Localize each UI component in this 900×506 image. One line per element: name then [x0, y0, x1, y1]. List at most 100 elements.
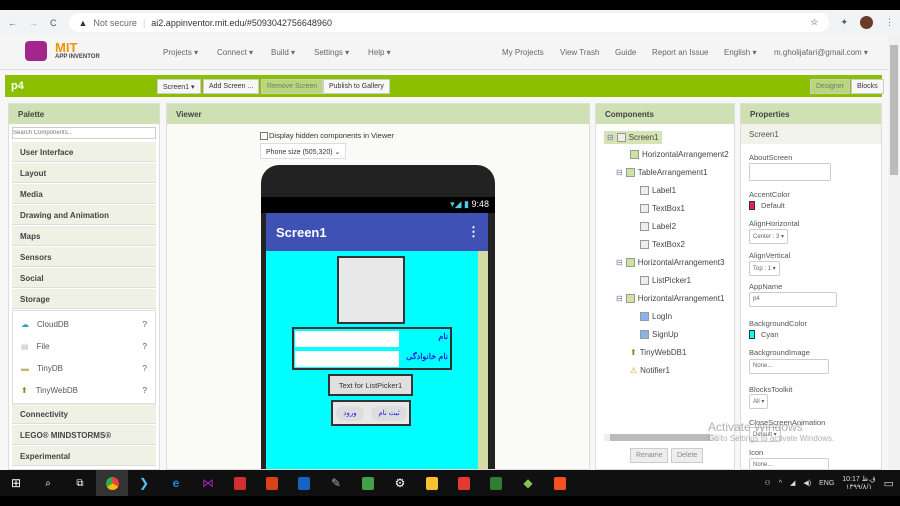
category-layout[interactable]: Layout	[12, 163, 156, 183]
link-my-projects[interactable]: My Projects	[502, 48, 544, 57]
task-view-icon[interactable]: ⧉	[64, 470, 96, 496]
network-icon[interactable]: ◢	[790, 479, 795, 487]
tree-listpicker1[interactable]: ListPicker1	[640, 276, 691, 285]
tree-label2[interactable]: Label2	[640, 222, 676, 231]
table-arrangement1[interactable]: نام نام خانوادگی	[292, 327, 452, 370]
tree-label1[interactable]: Label1	[640, 186, 676, 195]
tree-screen1[interactable]: ⊟ Screen1	[604, 131, 662, 144]
remove-screen-button[interactable]: Remove Screen	[261, 79, 324, 94]
help-icon[interactable]: ?	[143, 342, 147, 351]
palette-item-file[interactable]: ▤ File?	[13, 335, 155, 357]
tree-textbox2[interactable]: TextBox2	[640, 240, 685, 249]
tray-chevron-icon[interactable]: ^	[779, 480, 782, 487]
link-view-trash[interactable]: View Trash	[560, 48, 599, 57]
menu-icon[interactable]: ⋮	[885, 17, 894, 28]
blocks-button[interactable]: Blocks	[851, 79, 884, 94]
category-sensors[interactable]: Sensors	[12, 247, 156, 267]
palette-item-tinywebdb[interactable]: ⬆ TinyWebDB?	[13, 379, 155, 401]
help-icon[interactable]: ?	[143, 320, 147, 329]
align-vertical-select[interactable]: Top : 1 ▾	[749, 261, 780, 276]
menu-projects[interactable]: Projects ▾	[163, 48, 198, 57]
search-components-input[interactable]	[12, 127, 156, 139]
screen-select[interactable]: Screen1 ▾	[157, 79, 201, 94]
help-icon[interactable]: ?	[143, 364, 147, 373]
menu-build[interactable]: Build ▾	[271, 48, 295, 57]
category-user-interface[interactable]: User Interface	[12, 142, 156, 162]
tree-horizontalarrangement1[interactable]: ⊟ HorizontalArrangement1	[616, 294, 724, 303]
word-icon[interactable]	[288, 470, 320, 496]
address-bar[interactable]: ▲ Not secure | ai2.appinventor.mit.edu/#…	[68, 13, 829, 32]
account-menu[interactable]: m.gholijafari@gmail.com ▾	[774, 48, 868, 57]
align-horizontal-select[interactable]: Center : 3 ▾	[749, 229, 789, 244]
blocks-toolkit-select[interactable]: All ▾	[749, 394, 769, 409]
windows-start-icon[interactable]: ⊞	[0, 470, 32, 496]
extensions-icon[interactable]: ✦	[841, 17, 849, 28]
paint-icon[interactable]: ✎	[320, 470, 352, 496]
tree-textbox1[interactable]: TextBox1	[640, 204, 685, 213]
recorder-icon[interactable]	[448, 470, 480, 496]
accent-color-picker[interactable]: Default	[749, 201, 785, 210]
notifications-icon[interactable]: ▭	[884, 477, 894, 490]
bluestacks-icon[interactable]: ◆	[512, 470, 544, 496]
icon-input[interactable]: None...	[749, 458, 829, 469]
edge-icon[interactable]: e	[160, 470, 192, 496]
signup-button[interactable]: ثبت نام	[371, 406, 407, 421]
horizontal-arrangement2[interactable]	[337, 256, 405, 324]
link-guide[interactable]: Guide	[615, 48, 636, 57]
background-color-picker[interactable]: Cyan	[749, 330, 779, 339]
category-drawing-animation[interactable]: Drawing and Animation	[12, 205, 156, 225]
excel-icon[interactable]	[480, 470, 512, 496]
about-screen-input[interactable]	[749, 163, 831, 181]
chrome-icon[interactable]	[96, 470, 128, 496]
camtasia-recorder-icon[interactable]	[544, 470, 576, 496]
tree-notifier1[interactable]: ⚠ Notifier1	[630, 366, 670, 375]
clock[interactable]: 10:17 ق.ظ ۱۳۹۹/۸/۱	[842, 475, 875, 491]
category-storage[interactable]: Storage	[12, 289, 156, 309]
people-icon[interactable]: ⚇	[764, 479, 770, 487]
category-social[interactable]: Social	[12, 268, 156, 288]
listpicker1[interactable]: Text for ListPicker1	[328, 374, 413, 396]
textbox2[interactable]	[295, 351, 399, 367]
tree-signup[interactable]: SignUp	[640, 330, 678, 339]
back-icon[interactable]: ←	[8, 18, 17, 28]
tree-horizontalarrangement2[interactable]: HorizontalArrangement2	[630, 150, 729, 159]
file-explorer-icon[interactable]	[416, 470, 448, 496]
palette-item-clouddb[interactable]: ☁ CloudDB?	[13, 313, 155, 335]
profile-avatar[interactable]	[860, 16, 874, 29]
tree-tinywebdb1[interactable]: ⬆ TinyWebDB1	[630, 348, 686, 357]
hidden-components-checkbox[interactable]: Display hidden components in Viewer	[260, 131, 394, 140]
acrobat-icon[interactable]	[224, 470, 256, 496]
textbox1[interactable]	[295, 331, 399, 347]
delete-button[interactable]: Delete	[671, 448, 704, 463]
help-icon[interactable]: ?	[143, 386, 147, 395]
close-animation-select[interactable]: Default ▾	[749, 427, 781, 442]
background-image-input[interactable]: None...	[749, 359, 829, 374]
category-experimental[interactable]: Experimental	[12, 446, 156, 466]
horizontal-scrollbar[interactable]	[604, 434, 722, 441]
star-icon[interactable]: ☆	[810, 17, 818, 28]
phone-size-select[interactable]: Phone size (505,320) ⌄	[260, 143, 347, 159]
appname-input[interactable]: p4	[749, 292, 837, 307]
category-media[interactable]: Media	[12, 184, 156, 204]
language-indicator[interactable]: ENG	[819, 480, 834, 487]
link-report-issue[interactable]: Report an Issue	[652, 48, 708, 57]
menu-help[interactable]: Help ▾	[368, 48, 391, 57]
overflow-menu-icon[interactable]: ⋮	[467, 224, 480, 240]
designer-button[interactable]: Designer	[810, 79, 851, 94]
tree-tablearrangement1[interactable]: ⊟ TableArrangement1	[616, 168, 708, 177]
search-icon[interactable]: ⌕	[32, 470, 64, 496]
menu-settings[interactable]: Settings ▾	[314, 48, 349, 57]
camtasia-icon[interactable]	[352, 470, 384, 496]
tree-horizontalarrangement3[interactable]: ⊟ HorizontalArrangement3	[616, 258, 724, 267]
powerpoint-icon[interactable]	[256, 470, 288, 496]
visual-studio-icon[interactable]: ⋈	[192, 470, 224, 496]
reload-icon[interactable]: C	[50, 18, 57, 28]
volume-icon[interactable]: ◀)	[803, 479, 811, 487]
forward-icon[interactable]: →	[29, 18, 38, 28]
login-button[interactable]: ورود	[336, 406, 364, 421]
language-select[interactable]: English ▾	[724, 48, 756, 57]
publish-button[interactable]: Publish to Gallery	[323, 79, 390, 94]
app-icon[interactable]: ❯	[128, 470, 160, 496]
settings-icon[interactable]: ⚙	[384, 470, 416, 496]
page-scrollbar[interactable]	[888, 35, 900, 470]
